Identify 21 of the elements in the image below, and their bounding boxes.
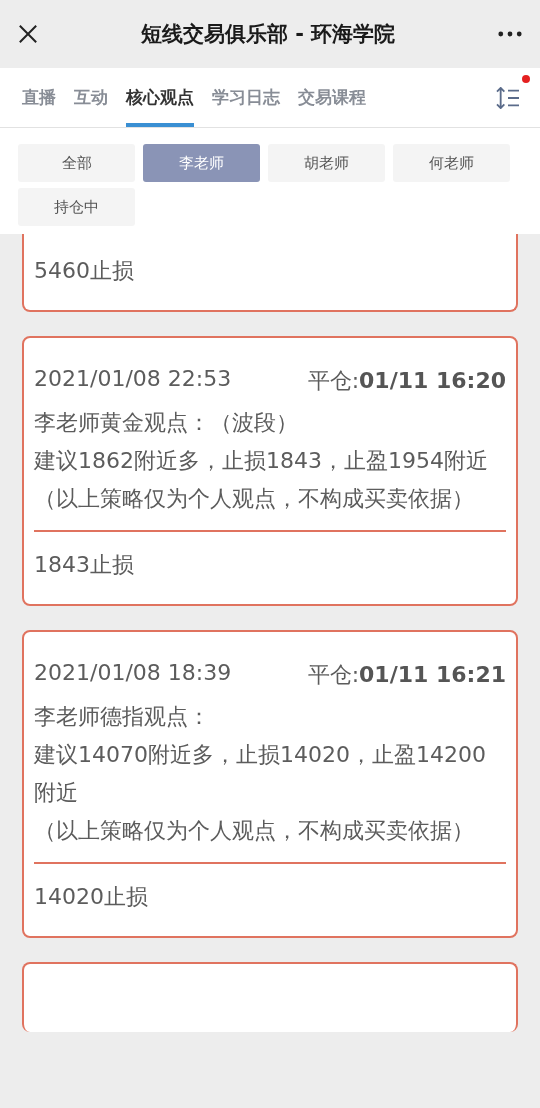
post-time: 2021/01/08 18:39: [34, 660, 232, 687]
post-text: 李老师黄金观点：（波段）: [34, 409, 299, 437]
sort-menu-icon[interactable]: [496, 86, 520, 109]
filter-chip[interactable]: 胡老师: [268, 144, 385, 182]
window-title: 短线交易俱乐部 - 环海学院: [139, 21, 397, 48]
stop-loss-result: 14020止损: [34, 883, 149, 911]
post-text: 建议14070附近多，止损14020，止盈14200附近: [34, 741, 487, 807]
post-text: （以上策略仅为个人观点，不构成买卖依据）: [34, 485, 475, 513]
filter-chip[interactable]: 全部: [18, 144, 135, 182]
filter-chip[interactable]: 持仓中: [18, 188, 135, 226]
close-time: 平仓:01/11 16:20: [307, 367, 506, 395]
post-text: 建议1862附近多，止损1843，止盈1954附近: [34, 447, 489, 475]
post-text: （以上策略仅为个人观点，不构成买卖依据）: [34, 817, 475, 845]
post-text: 李老师德指观点：: [34, 703, 211, 731]
stop-loss-result: 1843止损: [34, 551, 135, 579]
filter-chip[interactable]: 何老师: [393, 144, 510, 182]
stop-loss-result: 5460止损: [34, 257, 135, 285]
post-time: 2021/01/08 22:53: [34, 366, 232, 393]
close-time: 平仓:01/11 16:21: [307, 661, 506, 689]
close-icon[interactable]: [18, 24, 38, 44]
more-icon[interactable]: [498, 31, 522, 37]
